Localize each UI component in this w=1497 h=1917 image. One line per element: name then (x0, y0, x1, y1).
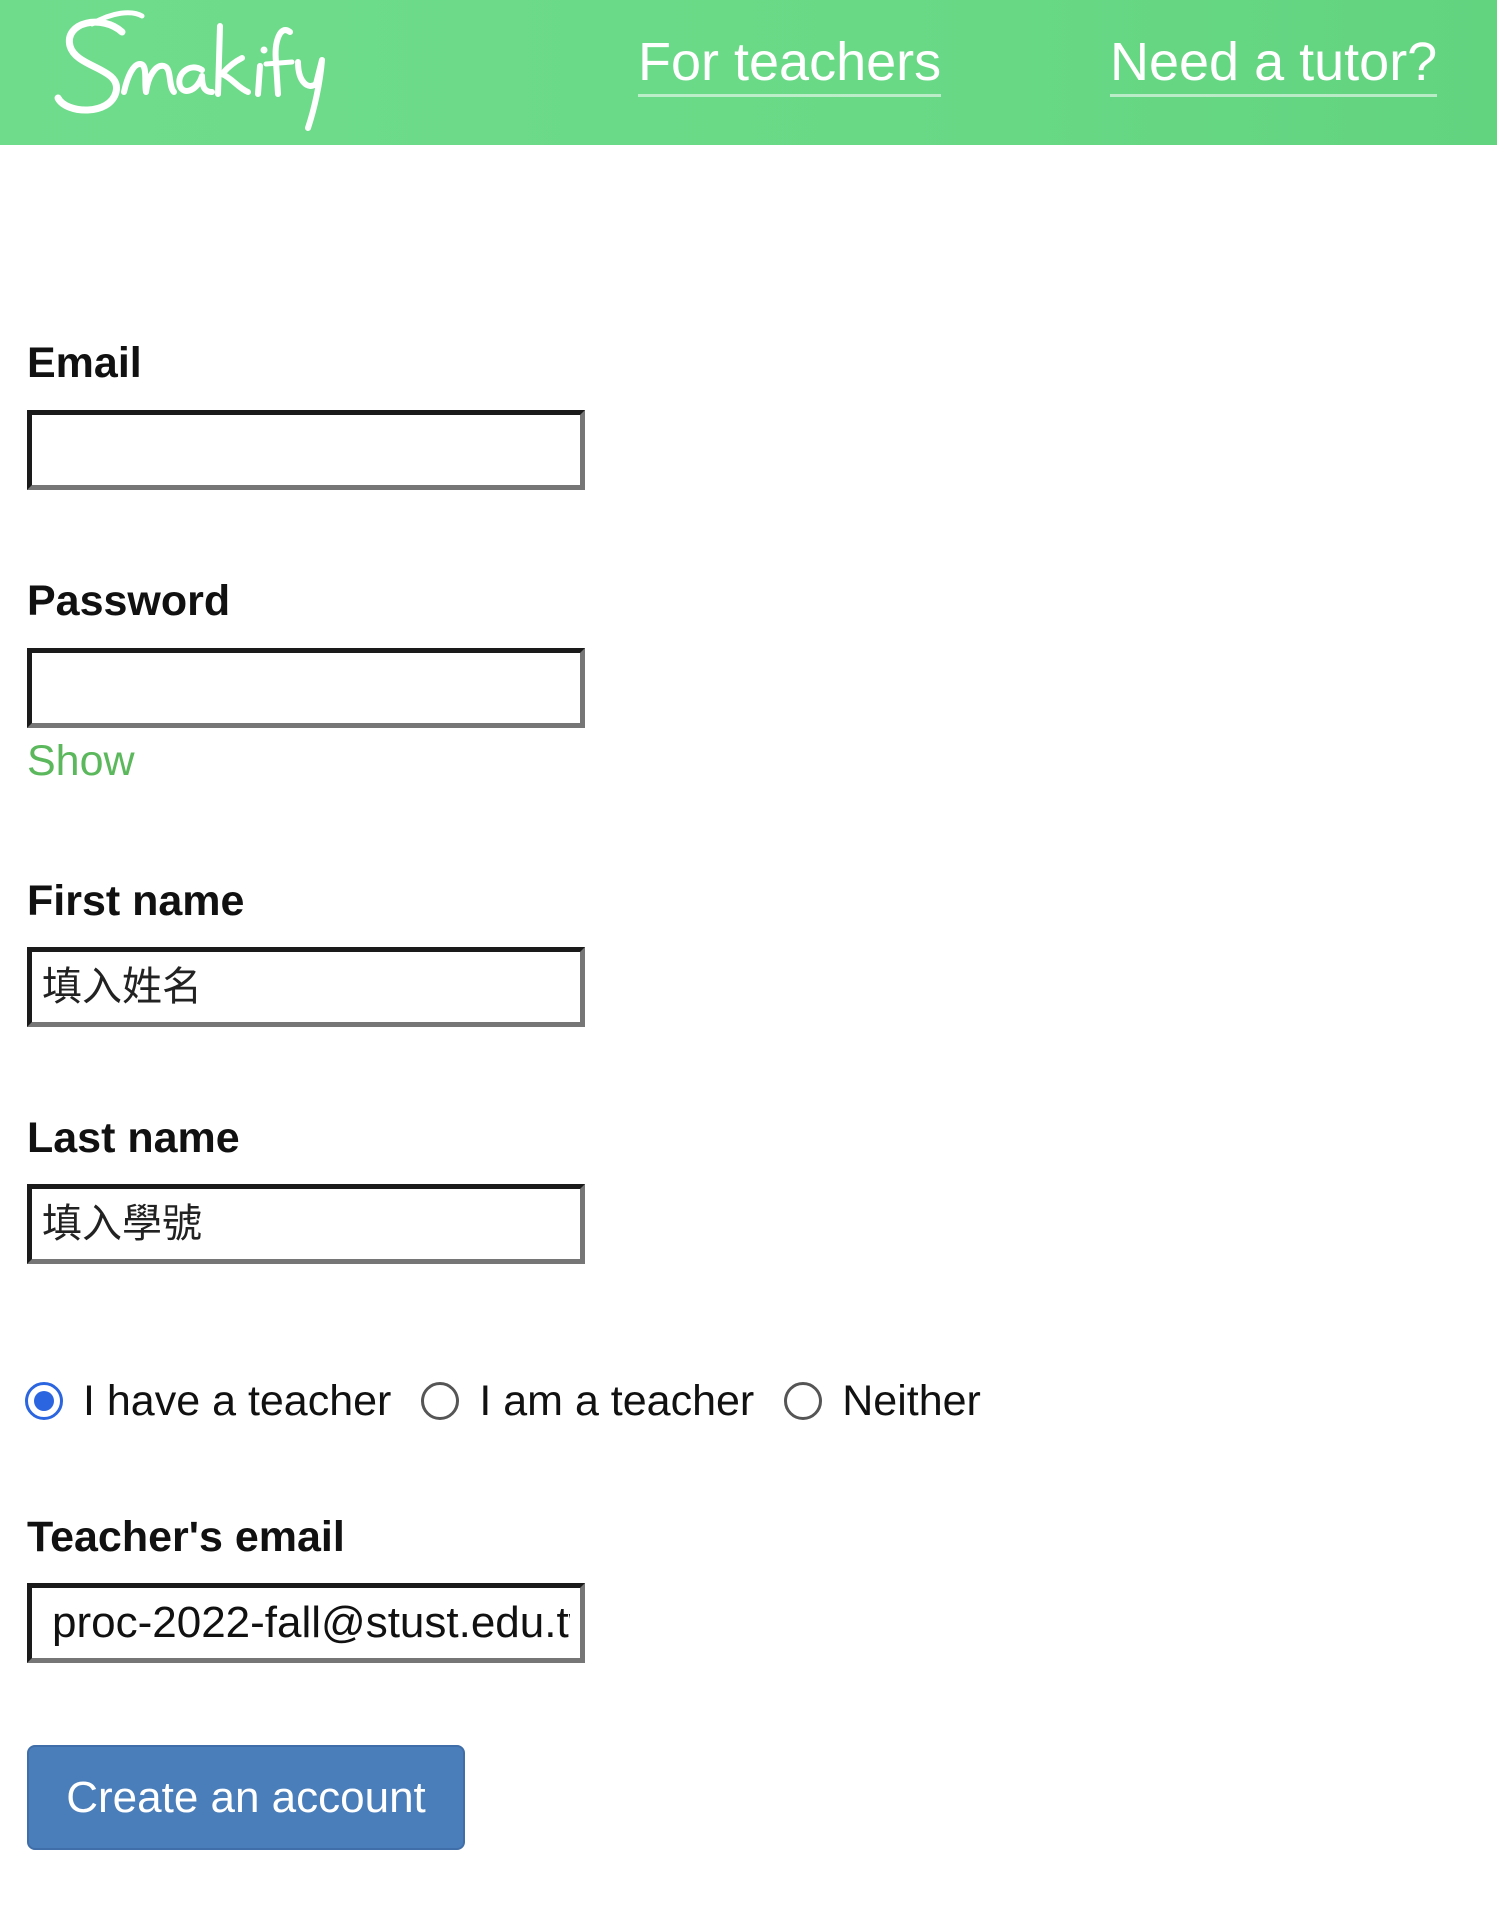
email-input[interactable] (27, 410, 585, 490)
teacher-email-input[interactable] (27, 1583, 585, 1663)
nav-need-tutor-link[interactable]: Need a tutor? (1110, 30, 1438, 97)
first-name-label: First name (27, 877, 245, 925)
last-name-label: Last name (27, 1114, 240, 1162)
radio-have-teacher-label: I have a teacher (83, 1376, 392, 1425)
radio-option-am-teacher[interactable]: I am a teacher (421, 1377, 754, 1426)
snakify-logo[interactable]: Snakify (52, 2, 342, 137)
last-name-input[interactable] (27, 1184, 585, 1264)
radio-option-have-teacher[interactable]: I have a teacher (25, 1377, 391, 1426)
radio-neither[interactable] (784, 1382, 823, 1420)
radio-am-teacher-label: I am a teacher (479, 1376, 755, 1425)
role-radio-group: I have a teacher I am a teacher Neither (25, 1373, 1011, 1429)
create-account-button[interactable]: Create an account (27, 1745, 465, 1850)
password-input[interactable] (27, 648, 585, 728)
show-password-link[interactable]: Show (27, 736, 135, 786)
site-header: Snakify F (0, 0, 1497, 145)
radio-option-neither[interactable]: Neither (784, 1377, 981, 1426)
email-label: Email (27, 339, 142, 387)
nav-for-teachers-link[interactable]: For teachers (638, 30, 942, 97)
logo-graphic (54, 10, 325, 131)
password-label: Password (27, 577, 231, 625)
radio-have-teacher[interactable] (25, 1382, 63, 1420)
teacher-email-label: Teacher's email (27, 1513, 345, 1561)
first-name-input[interactable] (27, 947, 585, 1027)
radio-neither-label: Neither (842, 1376, 981, 1425)
radio-am-teacher[interactable] (421, 1382, 460, 1420)
